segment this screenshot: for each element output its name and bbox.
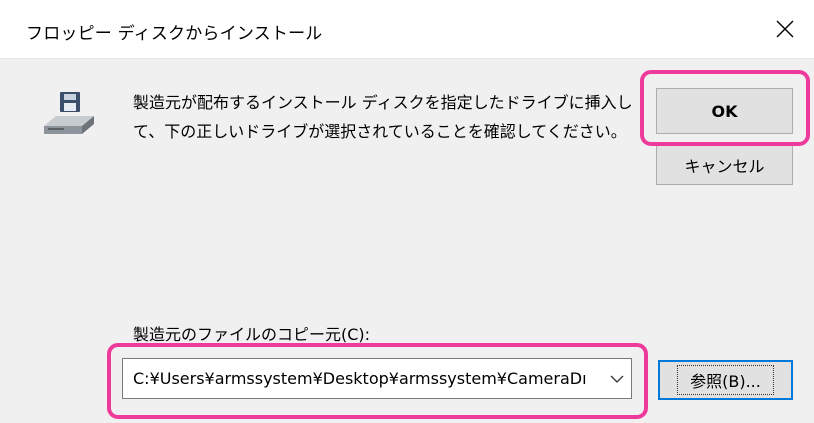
instruction-line-2: て、下の正しいドライブが選択されていることを確認してください。 bbox=[133, 122, 627, 141]
copy-from-path-value[interactable]: C:¥Users¥armssystem¥Desktop¥armssystem¥C… bbox=[123, 369, 603, 388]
cancel-button[interactable]: キャンセル bbox=[656, 145, 793, 185]
instruction-line-1: 製造元が配布するインストール ディスクを指定したドライブに挿入し bbox=[133, 93, 633, 112]
close-icon bbox=[776, 20, 794, 38]
ok-button[interactable]: OK bbox=[656, 88, 793, 134]
browse-button-label: 参照(B)... bbox=[677, 365, 774, 395]
dropdown-button[interactable] bbox=[603, 359, 631, 398]
chevron-down-icon bbox=[610, 375, 624, 383]
instruction-message: 製造元が配布するインストール ディスクを指定したドライブに挿入し て、下の正しい… bbox=[133, 88, 633, 146]
browse-button[interactable]: 参照(B)... bbox=[658, 360, 793, 400]
copy-from-combobox[interactable]: C:¥Users¥armssystem¥Desktop¥armssystem¥C… bbox=[122, 358, 632, 399]
install-from-disk-dialog: フロッピー ディスクからインストール 製造元が配布するインストール ディスクを指… bbox=[0, 0, 814, 423]
floppy-disk-drive-icon bbox=[44, 92, 94, 134]
title-bar: フロッピー ディスクからインストール bbox=[0, 0, 814, 59]
close-button[interactable] bbox=[768, 12, 802, 46]
window-title: フロッピー ディスクからインストール bbox=[26, 24, 323, 44]
copy-from-label: 製造元のファイルのコピー元(C): bbox=[133, 325, 371, 344]
